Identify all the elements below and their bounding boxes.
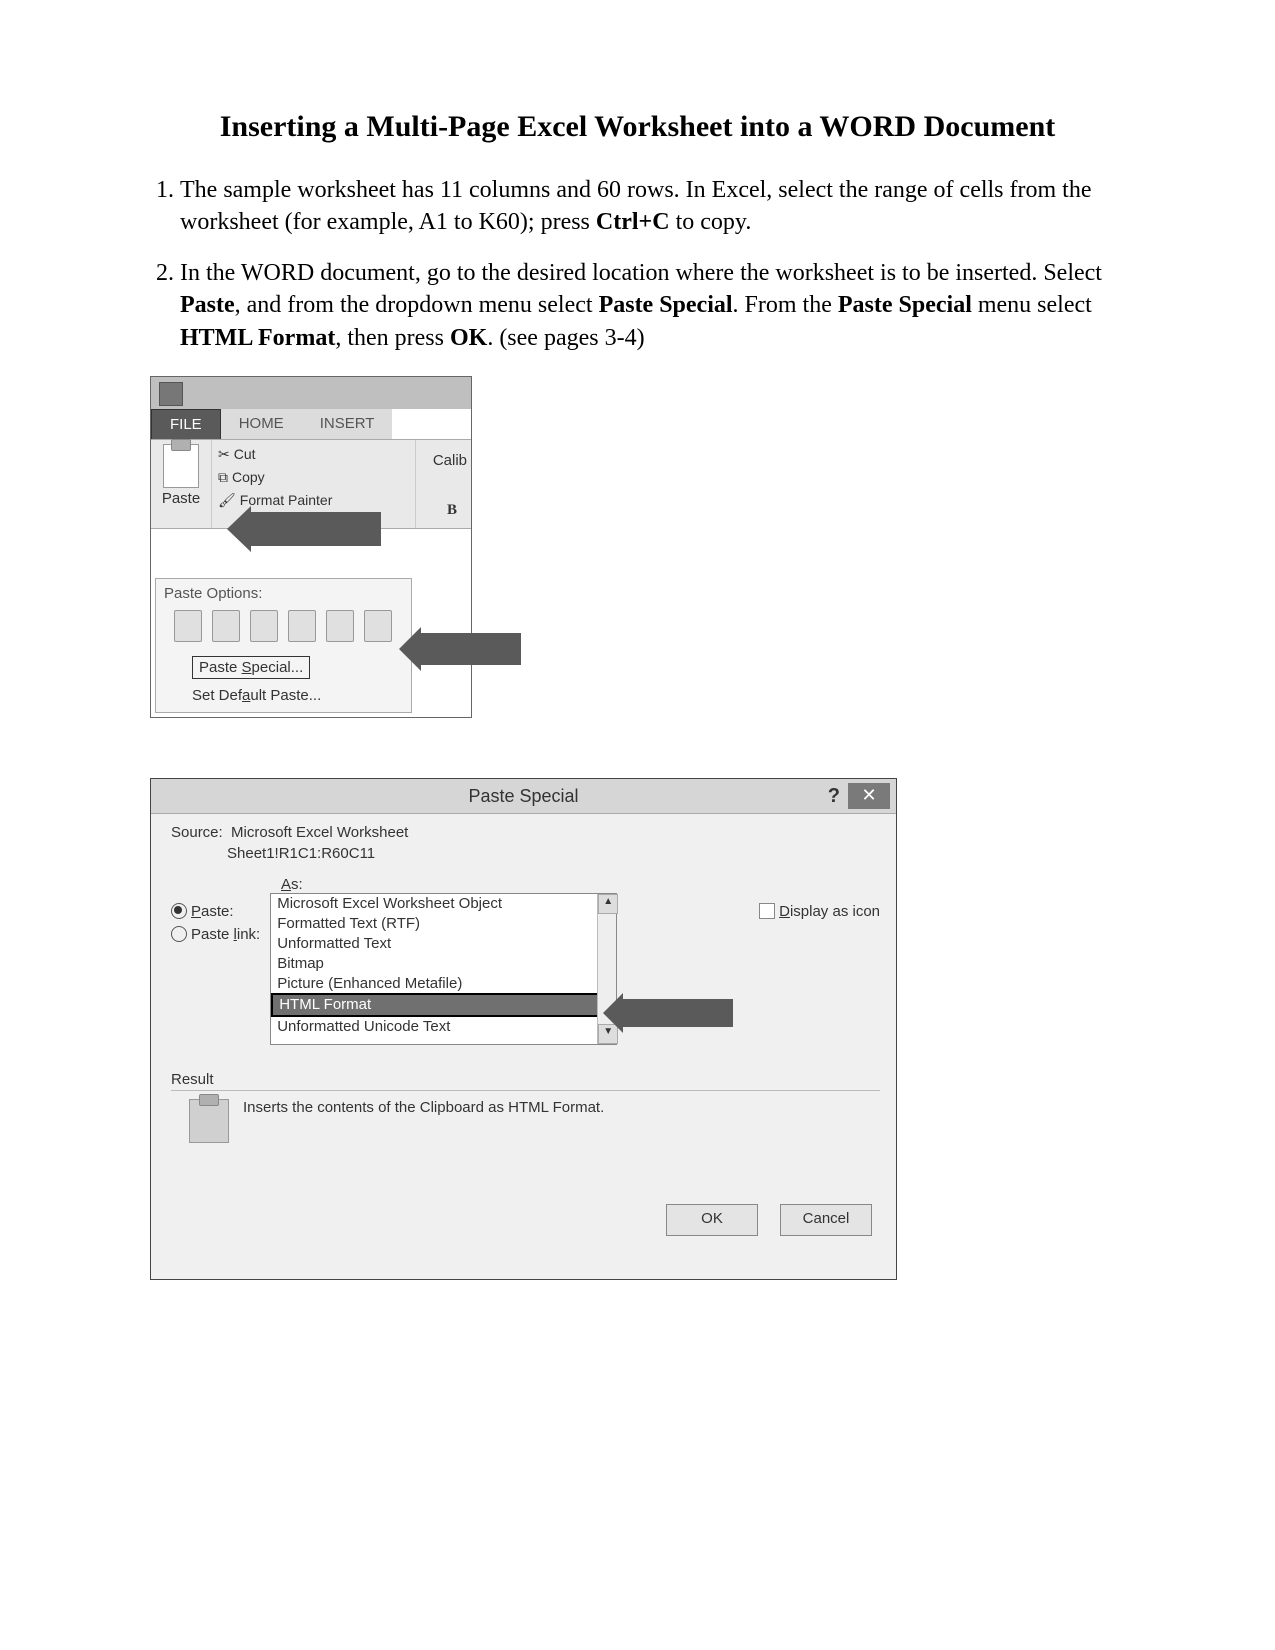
- set-default-paste-menu-item[interactable]: Set Default Paste...: [156, 685, 411, 712]
- list-item-selected[interactable]: HTML Format: [271, 993, 616, 1017]
- dialog-titlebar: Paste Special ? ✕: [151, 779, 896, 814]
- paste-option-icon[interactable]: [250, 610, 278, 642]
- copy-command[interactable]: ⧉ Copy: [218, 469, 409, 486]
- step-2: In the WORD document, go to the desired …: [180, 257, 1135, 354]
- paste-options-header: Paste Options:: [156, 579, 411, 608]
- source-label: Source: Microsoft Excel Worksheet: [171, 824, 880, 841]
- format-listbox[interactable]: Microsoft Excel Worksheet Object Formatt…: [270, 893, 617, 1045]
- callout-arrow-icon: [623, 999, 733, 1027]
- paste-option-icon[interactable]: [326, 610, 354, 642]
- cancel-button[interactable]: Cancel: [780, 1204, 872, 1236]
- result-text: Inserts the contents of the Clipboard as…: [243, 1099, 604, 1116]
- list-item[interactable]: Picture (Enhanced Metafile): [271, 974, 616, 994]
- list-item[interactable]: Unformatted Unicode Text: [271, 1017, 616, 1037]
- page-title: Inserting a Multi-Page Excel Worksheet i…: [140, 110, 1135, 144]
- paste-special-dialog: Paste Special ? ✕ Source: Microsoft Exce…: [150, 778, 897, 1280]
- paste-option-icon[interactable]: [364, 610, 392, 642]
- word-ribbon-figure: FILE HOME INSERT Paste ✂ Cut ⧉ Copy 🖌: [150, 376, 472, 718]
- display-as-icon-checkbox[interactable]: Display as icon: [759, 903, 880, 920]
- paste-label: Paste: [151, 490, 211, 507]
- list-item[interactable]: Formatted Text (RTF): [271, 914, 616, 934]
- font-name[interactable]: Calib: [433, 452, 467, 469]
- paste-options-menu: Paste Options: Paste Special... Set Defa…: [155, 578, 412, 713]
- paste-option-icon[interactable]: [212, 610, 240, 642]
- ok-button[interactable]: OK: [666, 1204, 758, 1236]
- paste-icon: [163, 444, 199, 488]
- paste-option-icon[interactable]: [288, 610, 316, 642]
- result-label: Result: [171, 1071, 880, 1088]
- bold-button[interactable]: B: [447, 502, 457, 519]
- copy-icon: ⧉: [218, 469, 228, 486]
- list-item[interactable]: Unformatted Text: [271, 934, 616, 954]
- callout-arrow-icon: [421, 633, 521, 665]
- instruction-list: The sample worksheet has 11 columns and …: [140, 174, 1135, 354]
- checkbox-icon: [759, 903, 775, 919]
- word-app-icon: [159, 382, 183, 406]
- tab-file[interactable]: FILE: [151, 409, 221, 439]
- word-titlebar: [151, 377, 471, 409]
- paste-option-icon[interactable]: [174, 610, 202, 642]
- cut-command[interactable]: ✂ Cut: [218, 446, 409, 463]
- source-reference: Sheet1!R1C1:R60C11: [227, 845, 880, 862]
- radio-selected-icon: [171, 903, 187, 919]
- as-label: As:: [281, 876, 880, 893]
- scroll-up-icon[interactable]: ▲: [598, 894, 618, 914]
- close-button[interactable]: ✕: [848, 783, 890, 809]
- scissors-icon: ✂: [218, 446, 230, 463]
- list-item[interactable]: Bitmap: [271, 954, 616, 974]
- clipboard-icon: [189, 1099, 229, 1143]
- callout-arrow-icon: [251, 512, 381, 546]
- step-1: The sample worksheet has 11 columns and …: [180, 174, 1135, 239]
- paste-button[interactable]: Paste: [151, 440, 212, 528]
- paste-radio[interactable]: Paste:: [171, 903, 260, 920]
- radio-icon: [171, 926, 187, 942]
- list-item[interactable]: Microsoft Excel Worksheet Object: [271, 894, 616, 914]
- paste-special-menu-item[interactable]: Paste Special...: [192, 656, 310, 679]
- paste-link-radio[interactable]: Paste link:: [171, 926, 260, 943]
- help-button[interactable]: ?: [828, 779, 840, 813]
- tab-insert[interactable]: INSERT: [302, 409, 393, 439]
- tab-home[interactable]: HOME: [221, 409, 302, 439]
